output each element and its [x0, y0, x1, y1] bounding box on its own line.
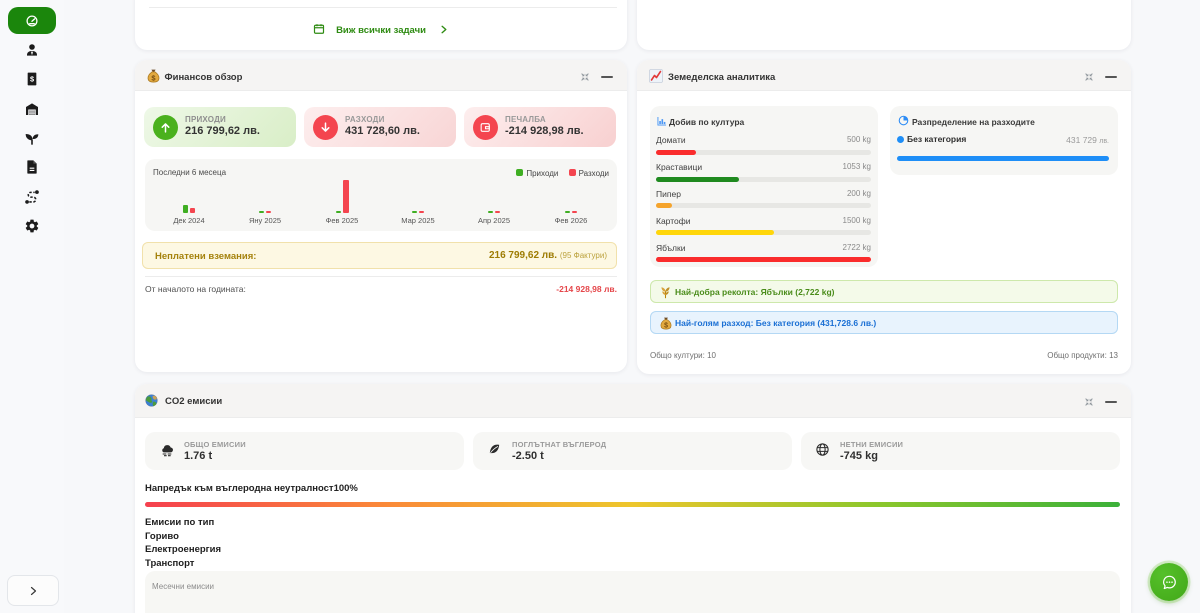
svg-text:$: $	[30, 75, 34, 84]
svg-text:$: $	[664, 323, 668, 330]
